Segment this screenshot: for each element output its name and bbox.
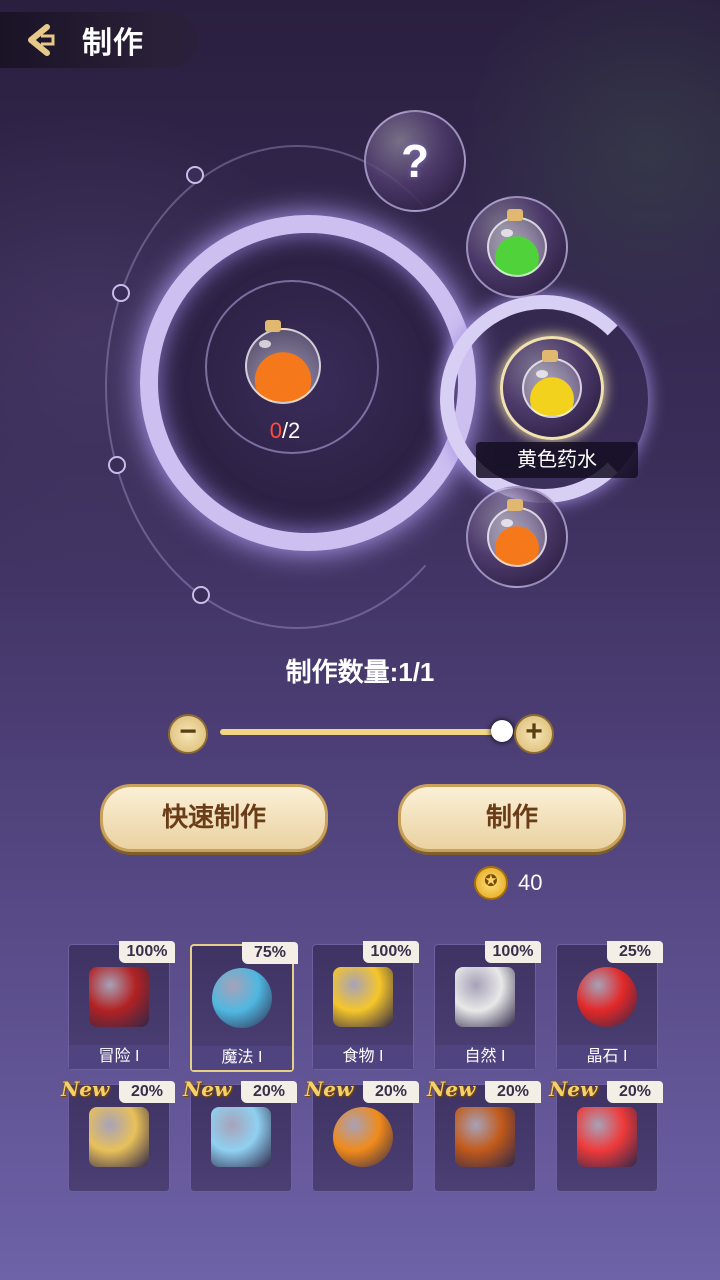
yellow-potion-icon [522,350,582,418]
category-label: 冒险 I [69,1045,169,1069]
gold-coin-icon: ✪ [474,866,508,900]
quantity-slider[interactable]: − + [168,712,554,754]
category-label: 自然 I [435,1045,535,1069]
target-potion-icon[interactable] [245,320,321,404]
stone-icon [455,967,515,1027]
cost-value: 40 [518,870,543,895]
slider-track[interactable] [220,729,502,735]
lava-plank-icon [455,1107,515,1167]
orbit-dot [192,586,210,604]
new-item-tile[interactable]: 20% New [61,1077,175,1192]
scroll-icon [89,1107,149,1167]
completion-percent: 75% [242,942,298,964]
page-title: 制作 [82,27,144,60]
new-item-tile[interactable]: 20% New [549,1077,663,1192]
category-tile[interactable]: 25% 晶石 I [556,941,663,1070]
completion-percent: 20% [607,1081,663,1103]
red-orb-icon [577,967,637,1027]
orbit-dot [108,456,126,474]
category-label: 魔法 I [192,1046,292,1070]
blue-potion-icon [212,968,272,1028]
recipe-option-orange[interactable] [466,486,568,588]
counter-total: /2 [281,418,301,443]
pumpkin-icon [333,1107,393,1167]
new-badge: New [305,1077,354,1101]
quantity-label: 制作数量:1/1 [285,657,435,687]
completion-percent: 20% [363,1081,419,1103]
category-tile[interactable]: 100% 食物 I [312,941,419,1070]
new-item-tile[interactable]: 20% New [183,1077,297,1192]
material-counter: 0/2 [250,418,320,444]
chevron-left-icon [28,24,55,56]
completion-percent: 20% [119,1081,175,1103]
category-tile[interactable]: 75% 魔法 I [190,942,298,1072]
category-label: 晶石 I [557,1045,657,1069]
completion-percent: 100% [363,941,419,963]
recipe-option-green[interactable] [466,196,568,298]
blue-cloth-icon [211,1107,271,1167]
selected-recipe-name: 黄色药水 [476,442,638,478]
recipe-option-yellow[interactable] [500,336,604,440]
cheese-icon [333,967,393,1027]
category-label: 食物 I [313,1045,413,1069]
red-gem-icon [577,1107,637,1167]
unknown-recipe-slot[interactable]: ? [364,110,466,212]
category-tile[interactable]: 100% 自然 I [434,941,541,1070]
craft-cost: ✪ 40 [474,866,542,900]
new-item-tile[interactable]: 20% New [427,1077,541,1192]
completion-percent: 25% [607,941,663,963]
new-badge: New [183,1077,232,1101]
red-book-icon [89,967,149,1027]
increase-button[interactable]: + [514,714,554,754]
new-badge: New [549,1077,598,1101]
craft-button[interactable]: 制作 [398,784,626,852]
new-badge: New [61,1077,110,1101]
orange-potion-icon [487,499,547,567]
slider-thumb[interactable] [491,720,513,742]
crafting-circle: 0/2 ? 黄色药水 [0,100,720,640]
header-bar: 制作 [0,12,198,68]
completion-percent: 100% [119,941,175,963]
new-badge: New [427,1077,476,1101]
question-mark-icon: ? [400,135,430,187]
completion-percent: 20% [485,1081,541,1103]
new-item-tile[interactable]: 20% New [305,1077,419,1192]
green-potion-icon [487,209,547,277]
back-button[interactable] [20,20,60,60]
category-tile[interactable]: 100% 冒险 I [68,941,175,1070]
orbit-dot [112,284,130,302]
completion-percent: 100% [485,941,541,963]
quick-craft-button[interactable]: 快速制作 [100,784,328,852]
completion-percent: 20% [241,1081,297,1103]
decrease-button[interactable]: − [168,714,208,754]
orbit-dot [186,166,204,184]
counter-current: 0 [269,418,282,443]
